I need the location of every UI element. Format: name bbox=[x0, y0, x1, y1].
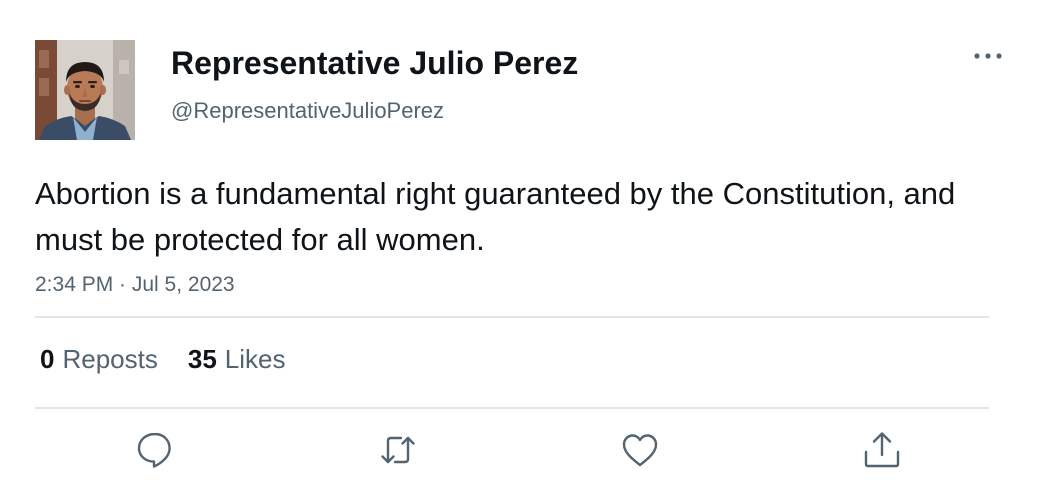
reposts-count: 0 bbox=[40, 344, 55, 374]
likes-count: 35 bbox=[187, 344, 217, 374]
action-bar bbox=[0, 428, 1050, 472]
divider bbox=[35, 407, 989, 409]
divider bbox=[35, 316, 989, 318]
likes-label: Likes bbox=[224, 344, 286, 374]
reposts-label: Reposts bbox=[62, 344, 158, 374]
profile-photo-icon bbox=[35, 40, 135, 140]
repost-button[interactable] bbox=[376, 428, 420, 472]
share-arrow-icon bbox=[864, 432, 900, 468]
heart-icon bbox=[622, 434, 658, 467]
ellipsis-icon bbox=[974, 53, 1002, 59]
author-display-name[interactable]: Representative Julio Perez bbox=[171, 44, 578, 82]
repost-arrows-icon bbox=[381, 436, 415, 464]
more-options-button[interactable] bbox=[968, 44, 1008, 68]
reply-button[interactable] bbox=[133, 428, 177, 472]
avatar[interactable] bbox=[35, 40, 135, 140]
speech-bubble-icon bbox=[137, 432, 171, 468]
likes-stat[interactable]: 35 Likes bbox=[188, 343, 286, 375]
post-timestamp[interactable]: 2:34 PM · Jul 5, 2023 bbox=[35, 272, 235, 298]
post-card: Representative Julio Perez @Representati… bbox=[0, 0, 1050, 480]
post-text: Abortion is a fundamental right guarante… bbox=[35, 176, 956, 257]
reposts-stat[interactable]: 0 Reposts bbox=[40, 343, 158, 375]
engagement-stats: 0 Reposts 35 Likes bbox=[40, 343, 285, 375]
share-button[interactable] bbox=[860, 428, 904, 472]
like-button[interactable] bbox=[618, 428, 662, 472]
author-handle[interactable]: @RepresentativeJulioPerez bbox=[171, 97, 444, 125]
